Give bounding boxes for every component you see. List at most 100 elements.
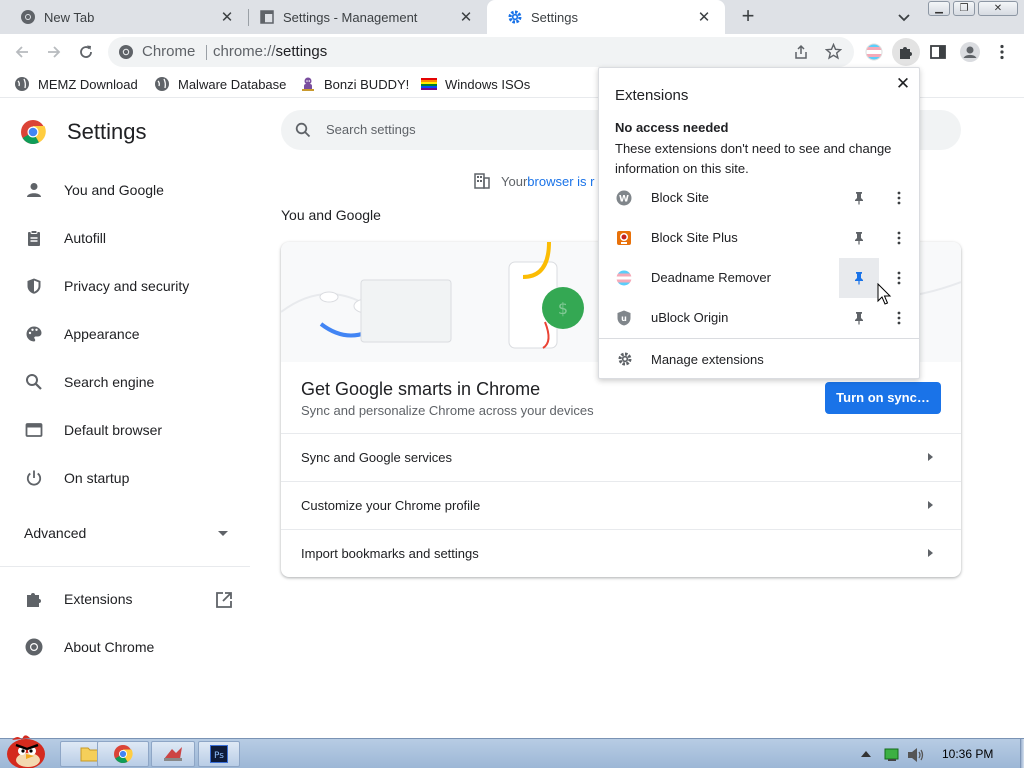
row-import-bookmarks[interactable]: Import bookmarks and settings: [281, 529, 961, 577]
bookmark-malware-database[interactable]: Malware Database: [154, 75, 286, 93]
turn-on-sync-button[interactable]: Turn on sync…: [825, 382, 941, 414]
address-bar[interactable]: Chrome chrome://settings: [108, 37, 854, 67]
block-site-plus-icon: [616, 230, 632, 246]
url-text[interactable]: chrome://settings: [213, 43, 327, 60]
block-site-icon: W: [616, 190, 632, 206]
taskbar-photoshop[interactable]: Ps: [198, 741, 240, 767]
sidebar-item-label: Appearance: [64, 326, 140, 342]
new-tab-button[interactable]: +: [736, 5, 760, 29]
minimize-button[interactable]: ▁: [928, 1, 950, 16]
sidebar-advanced-toggle[interactable]: Advanced: [24, 525, 86, 541]
photoshop-icon: Ps: [210, 745, 228, 763]
side-panel-button[interactable]: [924, 38, 952, 66]
sidebar-item-you-and-google[interactable]: You and Google: [0, 170, 250, 210]
chrome-logo: [20, 119, 46, 145]
clock[interactable]: 10:36 PM: [942, 747, 993, 761]
star-icon[interactable]: [824, 42, 843, 63]
start-button[interactable]: [2, 730, 54, 768]
sidebar-item-on-startup[interactable]: On startup: [0, 458, 250, 498]
tab-title: Settings - Management: [283, 9, 418, 25]
close-icon[interactable]: ✕: [457, 8, 475, 26]
manage-extensions-button[interactable]: Manage extensions: [599, 339, 919, 379]
gear-icon: [617, 351, 633, 367]
forward-button[interactable]: [40, 38, 68, 66]
rainbow-flag-icon: [421, 76, 437, 92]
extension-item-ublock-origin[interactable]: u uBlock Origin: [599, 298, 919, 338]
mouse-cursor-icon: [877, 282, 893, 307]
tab-new-tab[interactable]: New Tab ✕: [0, 0, 248, 34]
extension-item-block-site-plus[interactable]: Block Site Plus: [599, 218, 919, 258]
bookmark-memz-download[interactable]: MEMZ Download: [14, 75, 138, 93]
pin-icon[interactable]: [839, 258, 879, 298]
maximize-button[interactable]: ❐: [953, 1, 975, 16]
bookmark-label: MEMZ Download: [38, 76, 138, 92]
extensions-button[interactable]: [892, 38, 920, 66]
sidebar-item-autofill[interactable]: Autofill: [0, 218, 250, 258]
open-in-new-icon[interactable]: [215, 591, 233, 609]
browser-icon: [24, 420, 44, 440]
taskbar-app[interactable]: [151, 741, 195, 767]
pin-icon[interactable]: [849, 188, 869, 208]
tab-settings-management[interactable]: Settings - Management ✕: [249, 0, 487, 34]
show-desktop-button[interactable]: [1020, 739, 1024, 768]
share-icon[interactable]: [793, 44, 809, 63]
search-placeholder: Search settings: [326, 122, 416, 137]
bookmark-bonzi-buddy[interactable]: Bonzi BUDDY!: [300, 75, 409, 93]
extension-item-block-site[interactable]: W Block Site: [599, 178, 919, 218]
trans-flag-icon: [616, 270, 632, 286]
bookmark-windows-isos[interactable]: Windows ISOs: [421, 75, 530, 93]
globe-icon: [14, 76, 30, 92]
reload-button[interactable]: [72, 38, 100, 66]
extension-name: uBlock Origin: [651, 310, 729, 325]
close-icon[interactable]: ✕: [695, 8, 713, 26]
tab-title: New Tab: [44, 9, 95, 25]
sidebar-item-about-chrome[interactable]: About Chrome: [0, 627, 250, 667]
extension-item-deadname-remover[interactable]: Deadname Remover: [599, 258, 919, 298]
page-icon: [259, 9, 275, 25]
row-customize-profile[interactable]: Customize your Chrome profile: [281, 481, 961, 529]
search-icon: [295, 122, 311, 138]
sidebar-item-privacy-and-security[interactable]: Privacy and security: [0, 266, 250, 306]
power-icon: [24, 468, 44, 488]
svg-text:Ps: Ps: [214, 751, 224, 761]
promo-subtitle: Sync and personalize Chrome across your …: [301, 403, 594, 418]
svg-text:$: $: [558, 299, 568, 318]
chrome-icon[interactable]: [118, 44, 134, 60]
sidebar-item-label: Search engine: [64, 374, 155, 390]
deadname-remover-toolbar-button[interactable]: [860, 38, 888, 66]
more-vertical-icon[interactable]: [889, 188, 909, 208]
close-icon[interactable]: ✕: [893, 74, 913, 94]
manage-extensions-label: Manage extensions: [651, 352, 764, 367]
tab-search-button[interactable]: [894, 7, 914, 27]
close-icon[interactable]: ✕: [218, 8, 236, 26]
gear-icon: [507, 9, 523, 25]
pin-icon[interactable]: [849, 228, 869, 248]
row-sync-and-google-services[interactable]: Sync and Google services: [281, 433, 961, 481]
sidebar-item-search-engine[interactable]: Search engine: [0, 362, 250, 402]
tab-title: Settings: [531, 9, 578, 25]
caret-down-icon[interactable]: [218, 531, 228, 536]
sidebar-item-default-browser[interactable]: Default browser: [0, 410, 250, 450]
bookmark-label: Bonzi BUDDY!: [324, 76, 410, 92]
pin-icon[interactable]: [849, 308, 869, 328]
profile-button[interactable]: [956, 38, 984, 66]
url-path: settings: [275, 43, 328, 60]
sidebar-item-appearance[interactable]: Appearance: [0, 314, 250, 354]
managed-notice-link[interactable]: browser is r: [527, 174, 594, 189]
close-window-button[interactable]: ✕: [978, 1, 1018, 16]
more-vertical-icon[interactable]: [889, 308, 909, 328]
promo-title: Get Google smarts in Chrome: [301, 379, 541, 399]
tab-settings[interactable]: Settings ✕: [487, 0, 725, 34]
managed-notice: Your browser is r: [473, 172, 594, 190]
extensions-menu-title: Extensions: [615, 87, 689, 104]
more-vertical-icon[interactable]: [889, 228, 909, 248]
person-icon: [24, 180, 44, 200]
menu-button[interactable]: [988, 38, 1016, 66]
extension-name: Block Site Plus: [651, 230, 738, 245]
svg-text:u: u: [621, 314, 627, 323]
back-button[interactable]: [8, 38, 36, 66]
taskbar-chrome[interactable]: [97, 741, 149, 767]
sidebar-item-extensions[interactable]: Extensions: [0, 579, 250, 619]
palette-icon: [24, 324, 44, 344]
app-icon: [164, 747, 182, 761]
